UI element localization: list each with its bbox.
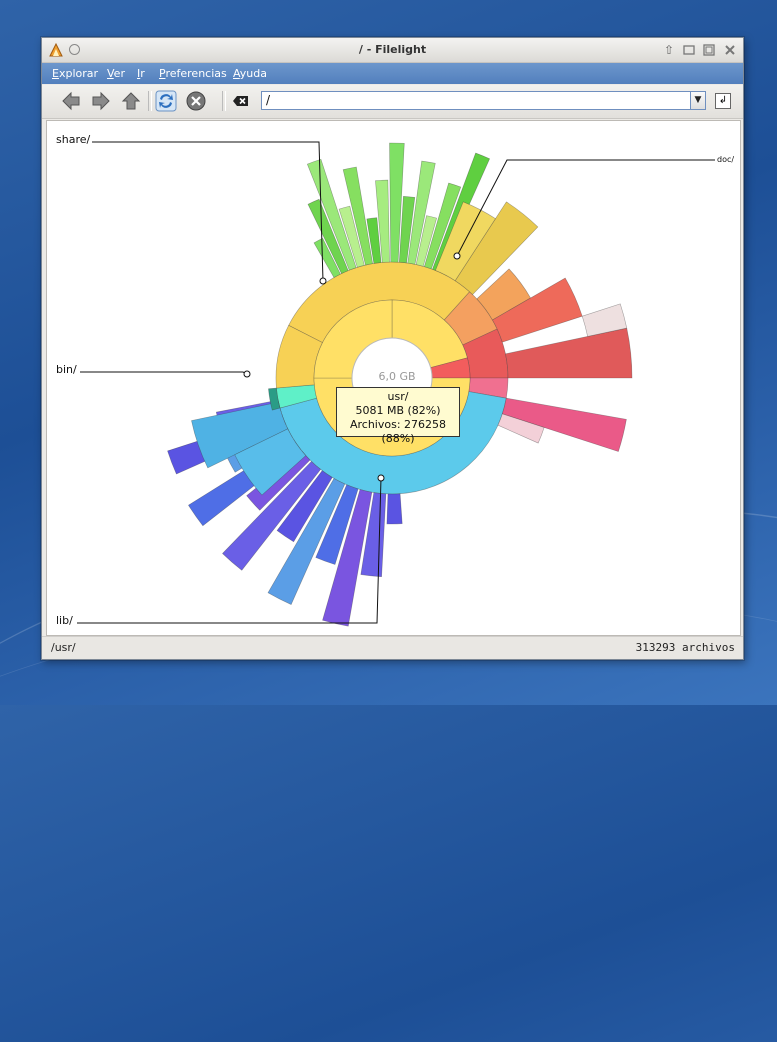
maximize-icon[interactable] (702, 43, 716, 57)
toolbar-separator (148, 91, 152, 111)
status-bar: /usr/ 313293 archivos (42, 636, 743, 659)
filelight-window: / - Filelight ⇧ Explorar Ver Ir Preferen… (41, 37, 744, 660)
total-size-label: 6,0 GB (378, 370, 416, 383)
menu-ayuda[interactable]: Ayuda (233, 67, 267, 80)
menu-bar: Explorar Ver Ir Preferencias Ayuda (42, 63, 743, 84)
chevron-down-icon[interactable]: ▼ (690, 91, 706, 110)
status-path: /usr/ (51, 641, 76, 654)
window-title: / - Filelight (358, 43, 427, 56)
menu-explorar[interactable]: Explorar (52, 67, 98, 80)
clear-location-icon[interactable] (232, 92, 250, 110)
title-bar[interactable]: / - Filelight ⇧ (42, 38, 743, 63)
leader-line (80, 371, 248, 375)
forward-arrow-icon[interactable] (90, 90, 112, 112)
toolbar-separator (222, 91, 226, 111)
tooltip-files: Archivos: 276258 (88%) (349, 418, 447, 445)
label-lib: lib/ (56, 614, 73, 627)
minimize-icon[interactable] (682, 43, 696, 57)
label-doc: doc/ (717, 155, 735, 164)
keep-above-icon[interactable]: ⇧ (662, 43, 676, 57)
leader-dot (377, 474, 385, 482)
refresh-icon[interactable] (155, 90, 177, 112)
leader-dot (243, 370, 251, 378)
leader-dot (319, 277, 327, 285)
location-input[interactable]: / (261, 91, 691, 110)
tooltip-size: 5081 MB (82%) (355, 404, 441, 417)
tooltip-name: usr/ (387, 390, 409, 403)
close-icon[interactable] (723, 43, 737, 57)
menu-preferencias[interactable]: Preferencias (159, 67, 227, 80)
back-arrow-icon[interactable] (60, 90, 82, 112)
menu-ver[interactable]: Ver (107, 67, 125, 80)
segment-lib-child[interactable] (386, 493, 403, 525)
label-share: share/ (56, 133, 91, 146)
up-arrow-icon[interactable] (120, 90, 142, 112)
go-icon[interactable]: ↲ (715, 93, 731, 109)
segment-tooltip: usr/ 5081 MB (82%) Archivos: 276258 (88%… (336, 387, 460, 445)
stop-icon[interactable] (185, 90, 207, 112)
leader-dot (453, 252, 461, 260)
segment-red-child[interactable] (505, 327, 633, 379)
radial-map-canvas[interactable]: 6,0 GB share/ bin/ lib/ doc/ usr/ 5081 M… (46, 120, 741, 636)
toolbar: / ▼ ↲ (42, 85, 743, 119)
menu-ir[interactable]: Ir (137, 67, 145, 80)
status-file-count: 313293 archivos (635, 641, 735, 654)
label-bin: bin/ (56, 363, 77, 376)
leader-line (92, 141, 324, 282)
